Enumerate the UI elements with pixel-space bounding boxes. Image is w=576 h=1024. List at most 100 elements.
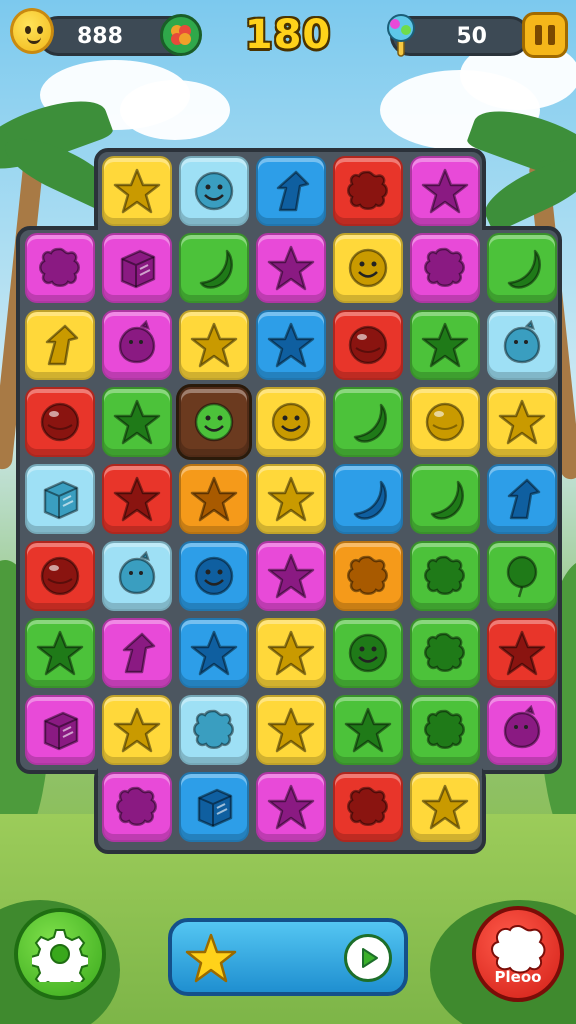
ball-icon [40,402,80,442]
tile-yellow-smile[interactable] [333,233,403,303]
tile-magenta-cube[interactable] [25,695,95,765]
smile-icon [271,402,311,442]
star-icon [267,553,315,599]
blob-icon [118,551,156,595]
play-button[interactable] [344,934,392,982]
balloon-icon [506,555,538,598]
arrow-icon [507,478,541,520]
tile-lightblue-cube[interactable] [25,464,95,534]
tile-green-banana[interactable] [333,387,403,457]
tile-red-ball[interactable] [25,541,95,611]
star-icon [113,707,161,753]
pause-icon [535,25,542,45]
tile-magenta-splat[interactable] [25,233,95,303]
tile-lightblue-blob[interactable] [102,541,172,611]
tile-green-splat[interactable] [410,541,480,611]
tile-blue-star[interactable] [179,618,249,688]
tile-red-star[interactable] [487,618,557,688]
booster-play-button[interactable] [168,918,408,996]
ball-icon [40,556,80,596]
tile-green-balloon[interactable] [487,541,557,611]
tile-lightblue-splat[interactable] [179,695,249,765]
tile-green-smile[interactable] [333,618,403,688]
tile-lightblue-blob[interactable] [487,310,557,380]
tile-yellow-star[interactable] [410,772,480,842]
tile-magenta-splat[interactable] [102,772,172,842]
tile-blue-cube[interactable] [179,772,249,842]
tile-magenta-arrow[interactable] [102,618,172,688]
smile-icon [194,171,234,211]
tile-green-splat[interactable] [410,695,480,765]
splat-icon [424,247,465,287]
tile-magenta-star[interactable] [410,156,480,226]
tile-yellow-star[interactable] [179,310,249,380]
cube-icon [43,711,79,751]
tile-magenta-blob[interactable] [487,695,557,765]
tile-red-splat[interactable] [333,156,403,226]
banana-icon [507,249,541,289]
tile-red-splat[interactable] [333,772,403,842]
tile-green-star[interactable] [410,310,480,380]
star-icon [185,933,237,983]
tile-lightblue-smile[interactable] [179,156,249,226]
splat-icon [116,786,157,826]
banana-icon [353,480,387,520]
tile-blue-arrow[interactable] [487,464,557,534]
tile-magenta-cube[interactable] [102,233,172,303]
banana-icon [430,480,464,520]
cube-icon [197,788,233,828]
star-icon [190,630,238,676]
pause-icon-bar [548,25,555,45]
star-icon [498,630,546,676]
star-icon [267,476,315,522]
star-icon [344,707,392,753]
star-icon [267,245,315,291]
tile-green-star[interactable] [25,618,95,688]
red-action-button[interactable]: Pleoo [472,906,564,1002]
tile-red-ball[interactable] [333,310,403,380]
tile-yellow-star[interactable] [487,387,557,457]
tile-yellow-smile[interactable] [256,387,326,457]
tile-yellow-star[interactable] [256,695,326,765]
tile-yellow-star[interactable] [102,695,172,765]
tile-blue-arrow[interactable] [256,156,326,226]
tile-yellow-star[interactable] [256,464,326,534]
tile-orange-star[interactable] [179,464,249,534]
star-icon [113,476,161,522]
cloud [120,80,230,140]
tile-yellow-star[interactable] [102,156,172,226]
tile-red-star[interactable] [102,464,172,534]
tile-green-star[interactable] [102,387,172,457]
arrow-icon [122,632,156,674]
tile-red-ball[interactable] [25,387,95,457]
tile-magenta-star[interactable] [256,541,326,611]
tile-green-star[interactable] [333,695,403,765]
cube-icon [43,480,79,520]
tile-green-splat[interactable] [410,618,480,688]
tile-blue-star[interactable] [256,310,326,380]
pause-button[interactable] [522,12,568,58]
tile-yellow-arrow[interactable] [25,310,95,380]
tile-magenta-blob[interactable] [102,310,172,380]
tile-blue-smile[interactable] [179,541,249,611]
splat-icon [424,709,465,749]
tile-magenta-splat[interactable] [410,233,480,303]
tile-brown-smile[interactable] [176,384,252,460]
tile-green-banana[interactable] [410,464,480,534]
play-icon [362,948,378,968]
tile-orange-splat[interactable] [333,541,403,611]
tile-green-banana[interactable] [487,233,557,303]
lollipop-booster-button[interactable] [378,10,424,60]
tile-magenta-star[interactable] [256,233,326,303]
tile-yellow-star[interactable] [256,618,326,688]
tile-green-banana[interactable] [179,233,249,303]
star-icon [421,168,469,214]
tile-yellow-ball[interactable] [410,387,480,457]
tile-magenta-star[interactable] [256,772,326,842]
settings-button[interactable] [14,908,106,1000]
tile-blue-banana[interactable] [333,464,403,534]
star-icon [267,630,315,676]
smile-icon [348,248,388,288]
smile-icon [194,402,234,442]
star-icon [267,784,315,830]
